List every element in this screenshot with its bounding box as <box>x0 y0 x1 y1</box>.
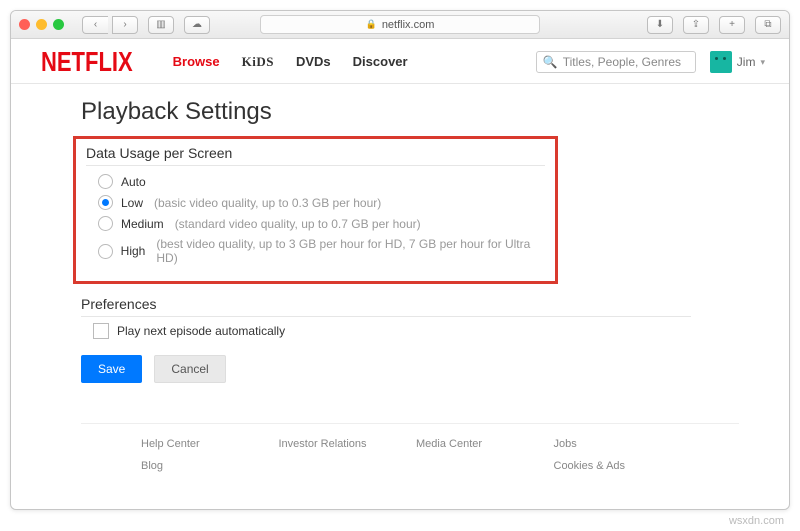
minimize-window-button[interactable] <box>36 19 47 30</box>
search-icon: 🔍 <box>543 55 558 69</box>
footer-media-center[interactable]: Media Center <box>416 438 542 450</box>
main-nav: Browse KiDS DVDs Discover <box>173 54 408 70</box>
autoplay-label: Play next episode automatically <box>117 324 285 338</box>
preferences-title: Preferences <box>81 296 691 317</box>
data-usage-option-auto[interactable]: Auto <box>98 174 545 189</box>
nav-kids[interactable]: KiDS <box>242 54 274 70</box>
avatar <box>710 51 732 73</box>
netflix-logo[interactable]: NETFLIX <box>41 46 133 79</box>
address-bar[interactable]: 🔒 netflix.com <box>260 15 540 34</box>
url-host: netflix.com <box>382 19 435 31</box>
chevron-down-icon: ▾ <box>760 57 765 68</box>
nav-browse[interactable]: Browse <box>173 54 220 70</box>
footer-blog[interactable]: Blog <box>141 460 267 472</box>
footer-help-center[interactable]: Help Center <box>141 438 267 450</box>
cancel-button[interactable]: Cancel <box>154 355 225 383</box>
data-usage-title: Data Usage per Screen <box>86 145 545 166</box>
back-button[interactable]: ‹ <box>82 16 108 34</box>
page-title: Playback Settings <box>81 98 739 126</box>
radio-medium[interactable] <box>98 216 113 231</box>
save-button[interactable]: Save <box>81 355 142 383</box>
page-content: NETFLIX Browse KiDS DVDs Discover 🔍 Titl… <box>11 39 789 509</box>
cloud-tabs-button[interactable]: ☁ <box>184 16 210 34</box>
data-usage-option-low[interactable]: Low (basic video quality, up to 0.3 GB p… <box>98 195 545 210</box>
user-name: Jim <box>737 55 756 69</box>
data-usage-section: Data Usage per Screen Auto Low (basic vi… <box>73 136 558 284</box>
search-placeholder: Titles, People, Genres <box>563 55 681 69</box>
sidebar-button[interactable]: ▥ <box>148 16 174 34</box>
search-input[interactable]: 🔍 Titles, People, Genres <box>536 51 696 73</box>
downloads-button[interactable]: ⬇ <box>647 16 673 34</box>
nav-dvds[interactable]: DVDs <box>296 54 331 70</box>
nav-discover[interactable]: Discover <box>353 54 408 70</box>
data-usage-option-medium[interactable]: Medium (standard video quality, up to 0.… <box>98 216 545 231</box>
lock-icon: 🔒 <box>366 19 377 30</box>
settings-content: Playback Settings Data Usage per Screen … <box>11 84 789 472</box>
data-usage-option-high[interactable]: High (best video quality, up to 3 GB per… <box>98 237 545 265</box>
footer-empty1 <box>279 460 405 472</box>
header-right: 🔍 Titles, People, Genres Jim ▾ <box>536 51 765 73</box>
radio-auto[interactable] <box>98 174 113 189</box>
nav-buttons: ‹ › <box>78 16 138 34</box>
radio-high[interactable] <box>98 244 113 259</box>
share-button[interactable]: ⇪ <box>683 16 709 34</box>
browser-window: ‹ › ▥ ☁ 🔒 netflix.com ⬇ ⇪ + ⧉ NETFLIX Br… <box>10 10 790 510</box>
forward-button[interactable]: › <box>112 16 138 34</box>
browser-titlebar: ‹ › ▥ ☁ 🔒 netflix.com ⬇ ⇪ + ⧉ <box>11 11 789 39</box>
window-controls <box>19 19 64 30</box>
close-window-button[interactable] <box>19 19 30 30</box>
user-menu[interactable]: Jim ▾ <box>710 51 765 73</box>
footer-cookies-ads[interactable]: Cookies & Ads <box>554 460 680 472</box>
watermark: wsxdn.com <box>729 515 784 527</box>
autoplay-checkbox[interactable] <box>93 323 109 339</box>
footer-links: Help Center Investor Relations Media Cen… <box>81 423 739 472</box>
radio-low[interactable] <box>98 195 113 210</box>
footer-empty2 <box>416 460 542 472</box>
footer-jobs[interactable]: Jobs <box>554 438 680 450</box>
new-tab-button[interactable]: + <box>719 16 745 34</box>
footer-investor-relations[interactable]: Investor Relations <box>279 438 405 450</box>
autoplay-row[interactable]: Play next episode automatically <box>93 323 739 339</box>
zoom-window-button[interactable] <box>53 19 64 30</box>
site-header: NETFLIX Browse KiDS DVDs Discover 🔍 Titl… <box>11 39 789 84</box>
tabs-button[interactable]: ⧉ <box>755 16 781 34</box>
form-actions: Save Cancel <box>81 355 739 383</box>
